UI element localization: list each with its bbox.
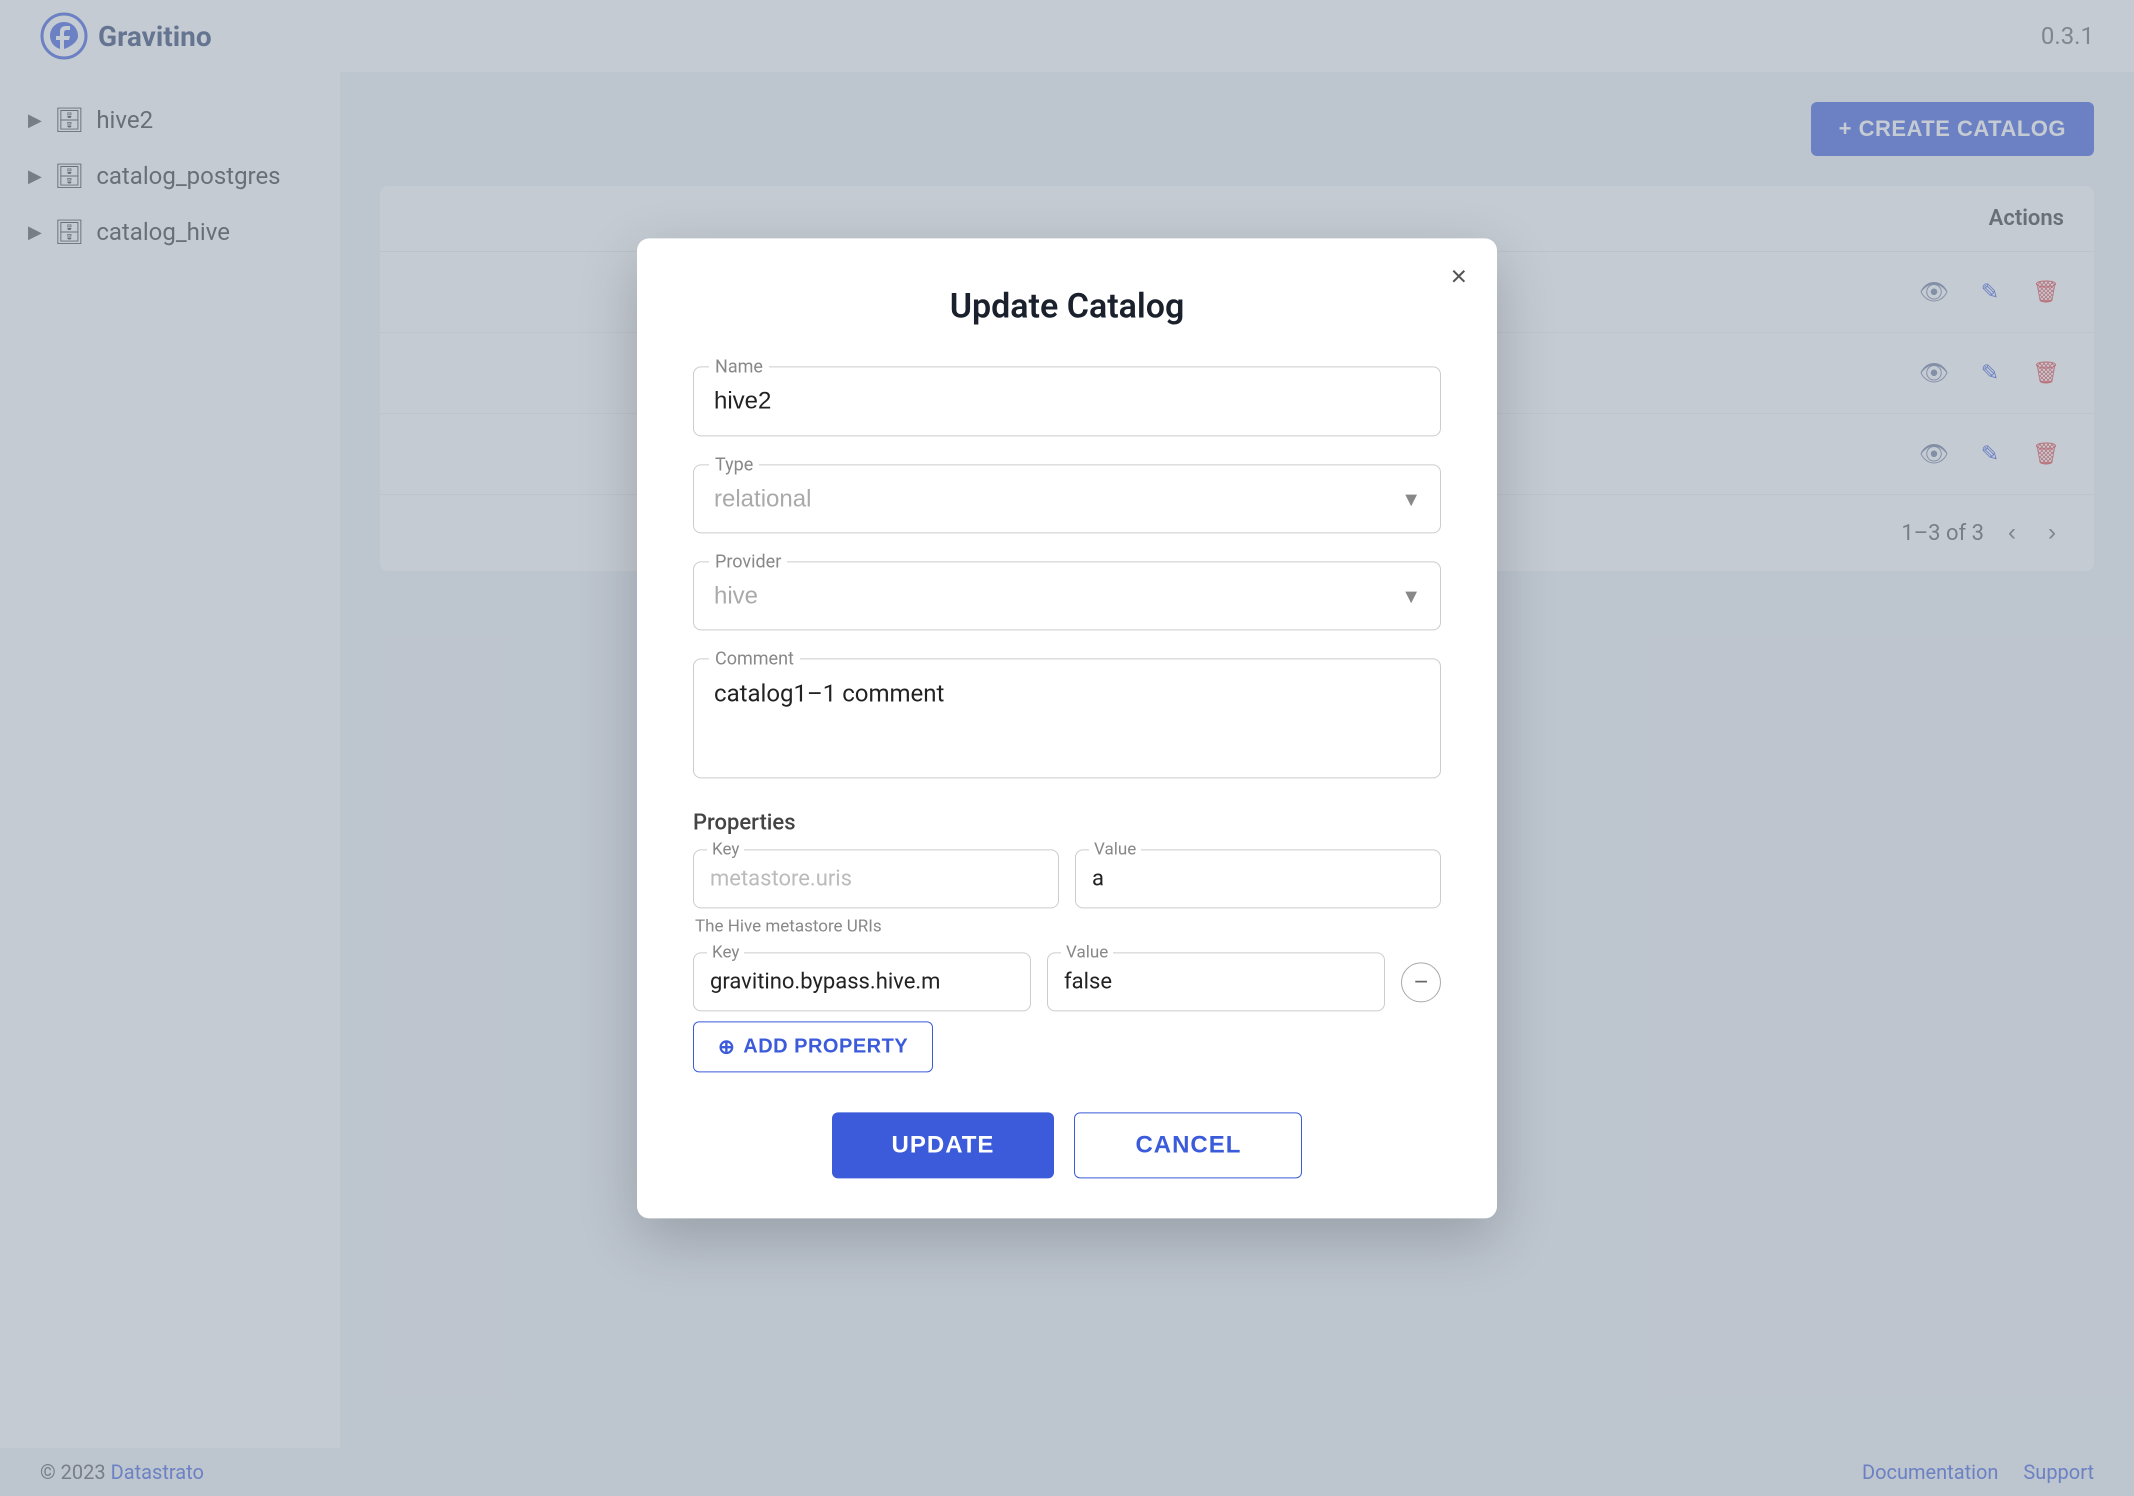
property-row-2: Key Value −: [693, 952, 1441, 1011]
cancel-button[interactable]: CANCEL: [1074, 1112, 1302, 1178]
property1-key-group: Key: [693, 849, 1059, 908]
add-property-label: ADD PROPERTY: [743, 1035, 908, 1058]
property2-key-label: Key: [707, 942, 744, 962]
property1-value-label: Value: [1089, 839, 1141, 859]
property2-value-label: Value: [1061, 942, 1113, 962]
modal-close-button[interactable]: ×: [1451, 262, 1467, 290]
property1-key-label: Key: [707, 839, 744, 859]
name-field-label: Name: [709, 356, 769, 377]
properties-label: Properties: [693, 810, 1441, 835]
modal-title: Update Catalog: [693, 286, 1441, 326]
comment-field-label: Comment: [709, 648, 800, 669]
property2-key-group: Key: [693, 952, 1031, 1011]
property1-hint: The Hive metastore URIs: [695, 916, 1441, 936]
name-input[interactable]: [693, 366, 1441, 436]
modal-footer: UPDATE CANCEL: [693, 1112, 1441, 1178]
provider-field-group: Provider hive ▼: [693, 561, 1441, 630]
update-catalog-modal: × Update Catalog Name Type relational ▼ …: [637, 238, 1497, 1218]
update-button[interactable]: UPDATE: [832, 1112, 1055, 1178]
name-field-group: Name: [693, 366, 1441, 436]
plus-circle-icon: ⊕: [718, 1034, 735, 1059]
property2-value-group: Value: [1047, 952, 1385, 1011]
property1-key-input[interactable]: [693, 849, 1059, 908]
type-field-label: Type: [709, 454, 759, 475]
type-field-group: Type relational ▼: [693, 464, 1441, 533]
type-select-wrapper: relational ▼: [693, 464, 1441, 533]
type-select[interactable]: relational: [693, 464, 1441, 533]
provider-select-wrapper: hive ▼: [693, 561, 1441, 630]
property1-value-group: Value: [1075, 849, 1441, 908]
provider-field-label: Provider: [709, 551, 787, 572]
properties-section: Properties Key Value The Hive metastore …: [693, 810, 1441, 1011]
comment-field-group: Comment catalog1–1 comment: [693, 658, 1441, 782]
provider-select[interactable]: hive: [693, 561, 1441, 630]
add-property-button[interactable]: ⊕ ADD PROPERTY: [693, 1021, 933, 1072]
comment-textarea[interactable]: catalog1–1 comment: [693, 658, 1441, 778]
property-row-1: Key Value: [693, 849, 1441, 908]
remove-property2-button[interactable]: −: [1401, 962, 1441, 1002]
